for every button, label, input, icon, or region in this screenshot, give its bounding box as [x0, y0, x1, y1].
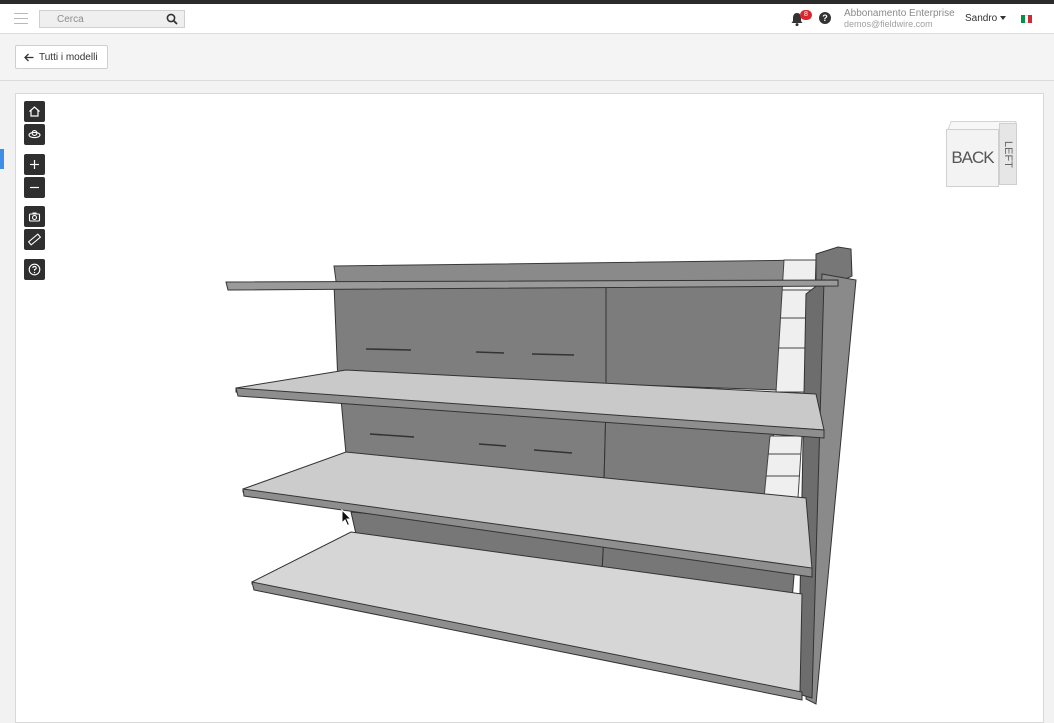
top-navigation-bar: 8 ? Abbonamento Enterprise demos@fieldwi… — [0, 0, 1054, 34]
zoom-in-button[interactable] — [24, 154, 45, 175]
italian-flag-icon[interactable] — [1021, 15, 1033, 23]
zoom-out-icon — [30, 186, 39, 189]
shelving-3d-model[interactable] — [16, 94, 1044, 723]
subscription-title: Abbonamento Enterprise — [844, 8, 955, 19]
measure-button[interactable] — [24, 229, 45, 250]
view-cube-left-label: LEFT — [1002, 140, 1014, 168]
model-viewer[interactable]: BACK LEFT — [15, 93, 1044, 723]
search-box[interactable] — [39, 10, 185, 28]
home-icon — [29, 106, 40, 117]
menu-icon[interactable] — [14, 13, 28, 25]
zoom-in-icon — [30, 160, 39, 169]
user-menu[interactable]: Sandro — [965, 13, 1007, 24]
zoom-out-button[interactable] — [24, 177, 45, 198]
page-toolbar: Tutti i modelli — [0, 34, 1054, 81]
camera-icon — [28, 212, 41, 222]
back-button-label: Tutti i modelli — [39, 51, 98, 63]
mouse-cursor-icon — [341, 509, 353, 527]
measure-icon — [28, 233, 41, 246]
screenshot-button[interactable] — [24, 206, 45, 227]
help-icon[interactable]: ? — [819, 12, 831, 24]
user-name: Sandro — [965, 13, 998, 24]
view-cube[interactable]: BACK LEFT — [944, 119, 1024, 191]
help-icon — [28, 263, 41, 276]
arrow-left-icon — [24, 53, 34, 61]
view-cube-back-face[interactable]: BACK — [946, 129, 999, 187]
search-icon[interactable] — [166, 13, 178, 25]
sidebar-active-indicator — [0, 149, 4, 169]
viewer-help-button[interactable] — [24, 259, 45, 280]
orbit-button[interactable] — [24, 124, 45, 145]
search-input[interactable] — [40, 11, 165, 27]
view-cube-left-face[interactable]: LEFT — [999, 123, 1017, 185]
back-to-models-button[interactable]: Tutti i modelli — [15, 45, 108, 69]
orbit-icon — [28, 130, 41, 139]
subscription-email: demos@fieldwire.com — [844, 19, 933, 29]
notification-count-badge: 8 — [800, 10, 812, 20]
home-view-button[interactable] — [24, 101, 45, 122]
chevron-down-icon — [1000, 16, 1007, 21]
